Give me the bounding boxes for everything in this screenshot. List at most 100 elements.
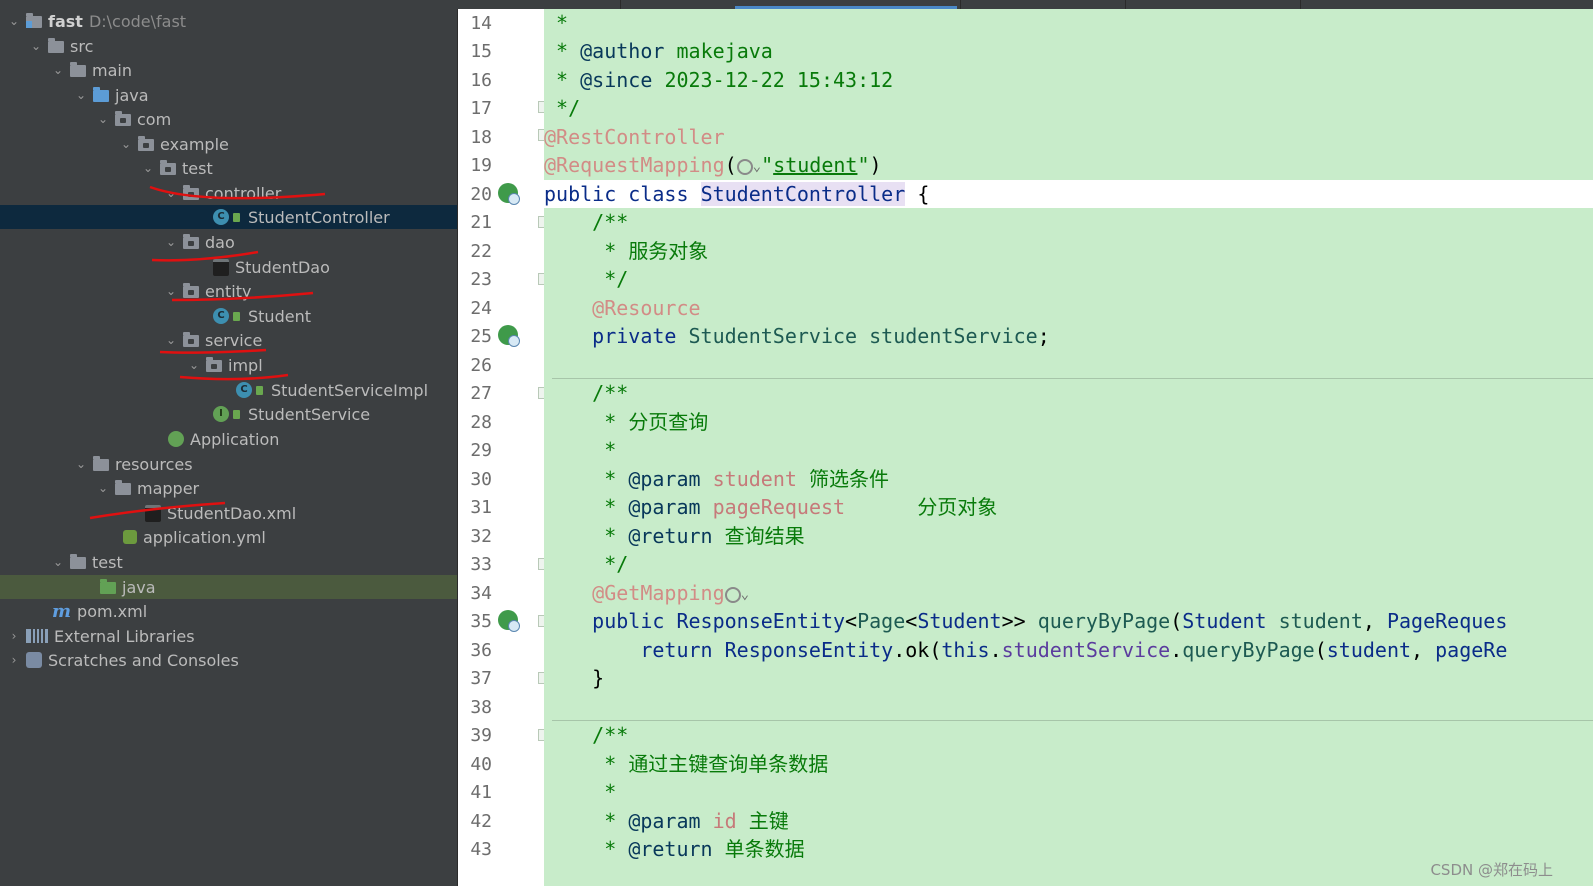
chevron-down-icon[interactable]: ⌄ [741, 587, 749, 603]
chevron-down-icon[interactable]: ⌄ [50, 554, 66, 570]
tree-item-service[interactable]: ⌄ service [0, 328, 457, 352]
line-number: 15 [470, 41, 492, 62]
tree-item-application[interactable]: Application [0, 427, 457, 451]
tree-item-impl[interactable]: ⌄ impl [0, 353, 457, 377]
tree-item-application-yml[interactable]: application.yml [0, 525, 457, 549]
chevron-down-icon[interactable]: ⌄ [140, 160, 156, 176]
globe-icon[interactable] [724, 586, 741, 603]
code-line-28: * 分页查询 [604, 410, 709, 434]
folder-icon [115, 479, 131, 495]
tree-item-pom[interactable]: m pom.xml [0, 599, 457, 623]
chevron-down-icon[interactable]: ⌄ [28, 38, 44, 54]
line-number: 16 [470, 70, 492, 91]
tree-item-studentserviceimpl[interactable]: C StudentServiceImpl [0, 378, 457, 402]
tree-item-controller[interactable]: ⌄ controller [0, 181, 457, 205]
tree-item-resources[interactable]: ⌄ resources [0, 452, 457, 476]
chevron-down-icon[interactable]: ⌄ [163, 185, 179, 201]
libraries-icon [26, 629, 48, 643]
line-number: 23 [470, 269, 492, 290]
chevron-down-icon[interactable]: ⌄ [73, 87, 89, 103]
endpoint-gutter-icon[interactable] [498, 610, 520, 632]
code-editor[interactable]: * * @author makejava * @since 2023-12-22… [544, 9, 1593, 886]
tree-item-mapper[interactable]: ⌄ mapper [0, 476, 457, 500]
tree-label: dao [205, 232, 235, 252]
tree-item-entity[interactable]: ⌄ entity [0, 279, 457, 303]
tree-item-java[interactable]: ⌄ java [0, 83, 457, 107]
package-icon [206, 356, 222, 372]
tree-label: StudentService [248, 404, 371, 424]
tree-item-src[interactable]: ⌄ src [0, 34, 457, 58]
tree-item-studentservice[interactable]: I StudentService [0, 402, 457, 426]
tree-item-student[interactable]: C Student [0, 304, 457, 328]
chevron-down-icon[interactable]: ⌄ [163, 283, 179, 299]
folder-icon [70, 553, 86, 569]
code-line-14: * [556, 11, 569, 35]
spring-bean-gutter-icon[interactable] [498, 183, 520, 205]
lock-icon [233, 212, 240, 222]
code-line-30: * @param student 筛选条件 [604, 467, 889, 491]
tree-item-studentdao[interactable]: StudentDao [0, 255, 457, 279]
code-line-27: /** [592, 381, 629, 405]
tree-label: service [205, 330, 263, 350]
scratches-icon [26, 652, 42, 668]
line-number: 20 [470, 184, 492, 205]
resource-folder-icon [93, 455, 109, 471]
tree-item-studentdao-xml[interactable]: StudentDao.xml [0, 501, 457, 525]
interface-file-icon [213, 258, 229, 276]
tree-label: resources [115, 454, 193, 474]
tree-label: test [182, 158, 213, 178]
tree-item-external-libraries[interactable]: › External Libraries [0, 624, 457, 648]
package-icon [183, 331, 199, 347]
tree-item-scratches[interactable]: › Scratches and Consoles [0, 648, 457, 672]
globe-icon[interactable] [736, 158, 753, 175]
line-number: 19 [470, 155, 492, 176]
code-line-39: /** [592, 723, 629, 747]
project-path: D:\code\fast [88, 11, 187, 31]
chevron-right-icon[interactable]: › [6, 652, 22, 668]
chevron-down-icon[interactable]: ⌄ [163, 234, 179, 250]
line-number: 32 [470, 526, 492, 547]
chevron-down-icon[interactable]: ⌄ [753, 159, 761, 175]
tree-item-test-java[interactable]: java [0, 575, 457, 599]
line-number: 18 [470, 127, 492, 148]
tree-item-test-folder[interactable]: ⌄ test [0, 550, 457, 574]
chevron-down-icon[interactable]: ⌄ [186, 357, 202, 373]
chevron-down-icon[interactable]: ⌄ [118, 136, 134, 152]
chevron-down-icon[interactable]: ⌄ [163, 332, 179, 348]
line-number: 26 [470, 355, 492, 376]
line-number: 25 [470, 326, 492, 347]
source-folder-icon [93, 86, 109, 102]
injected-bean-gutter-icon[interactable] [498, 325, 520, 347]
code-line-29: * [604, 438, 617, 462]
code-line-37: } [592, 666, 605, 690]
code-line-23: */ [604, 267, 629, 291]
xml-file-icon [145, 504, 161, 522]
tree-label: StudentController [248, 207, 390, 227]
chevron-right-icon[interactable]: › [6, 628, 22, 644]
editor-gutter: 14 15 16 17 18 19 20 21 22 23 24 25 26 2… [457, 9, 550, 886]
line-number: 36 [470, 640, 492, 661]
tree-root-fast[interactable]: ⌄ fast D:\code\fast [0, 9, 457, 33]
tree-label: entity [205, 281, 252, 301]
tree-item-studentcontroller[interactable]: C StudentController [0, 205, 457, 229]
package-icon [160, 159, 176, 175]
maven-icon: m [52, 600, 72, 622]
chevron-down-icon[interactable]: ⌄ [95, 480, 111, 496]
chevron-down-icon[interactable]: ⌄ [95, 111, 111, 127]
tree-label: StudentDao [235, 257, 330, 277]
lock-icon [233, 311, 240, 321]
tree-label: src [70, 36, 94, 56]
tree-label: application.yml [143, 527, 266, 547]
tree-item-example[interactable]: ⌄ example [0, 132, 457, 156]
chevron-down-icon[interactable]: ⌄ [6, 13, 22, 29]
tree-item-test-package[interactable]: ⌄ test [0, 156, 457, 180]
chevron-down-icon[interactable]: ⌄ [50, 62, 66, 78]
spring-application-icon [168, 431, 184, 447]
tree-label: controller [205, 183, 282, 203]
tree-label: Application [190, 429, 280, 449]
tree-item-dao[interactable]: ⌄ dao [0, 230, 457, 254]
chevron-down-icon[interactable]: ⌄ [73, 456, 89, 472]
tree-item-main[interactable]: ⌄ main [0, 58, 457, 82]
tree-item-com[interactable]: ⌄ com [0, 107, 457, 131]
class-icon: C [213, 308, 229, 324]
